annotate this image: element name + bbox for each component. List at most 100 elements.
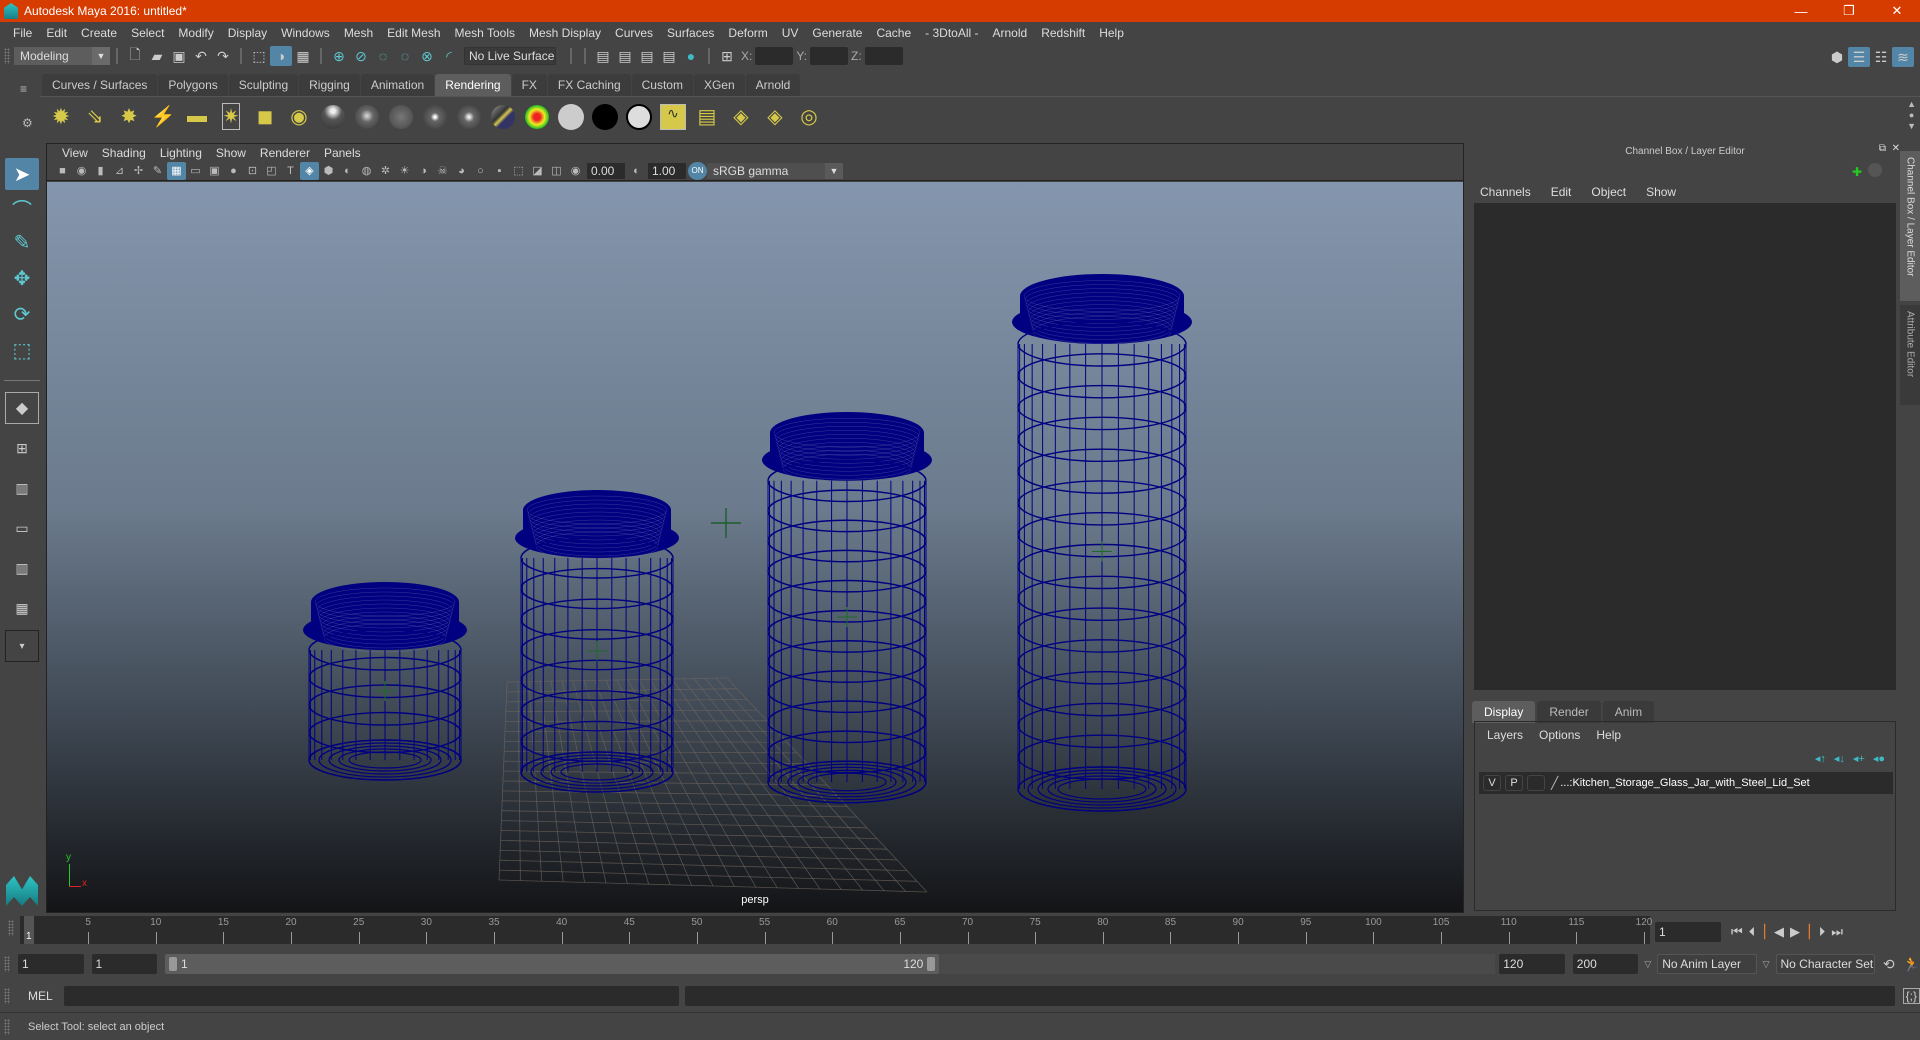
viewport-menu-renderer[interactable]: Renderer <box>253 146 317 160</box>
layer-editor-menu-options[interactable]: Options <box>1531 728 1588 742</box>
live-surface-field[interactable]: No Live Surface <box>464 47 556 65</box>
jar-wireframe[interactable] <box>515 490 679 793</box>
volume-light-icon[interactable]: ✷ <box>214 100 248 134</box>
layer-editor-tab-anim[interactable]: Anim <box>1602 701 1655 723</box>
range-start-handle[interactable] <box>169 957 178 971</box>
gamma-icon[interactable]: ◐ <box>627 162 646 180</box>
side-tab-channel-box[interactable]: Channel Box / Layer Editor <box>1900 151 1920 301</box>
channel-box-menu-channels[interactable]: Channels <box>1470 185 1541 199</box>
safe-action-icon[interactable]: ◰ <box>262 162 281 180</box>
jar-wireframe[interactable] <box>762 412 932 804</box>
animation-end-field[interactable]: 200 <box>1572 954 1639 974</box>
ipr-render-shelf-icon[interactable]: ◈ <box>724 100 758 134</box>
bookmark-icon[interactable]: ▮ <box>91 162 110 180</box>
camera-attributes-icon[interactable]: ◉ <box>72 162 91 180</box>
layer-visibility-toggle[interactable]: V <box>1483 775 1501 791</box>
character-set-dropdown[interactable]: No Character Set <box>1775 954 1875 974</box>
menu-arnold[interactable]: Arnold <box>986 26 1035 40</box>
range-slider-track[interactable] <box>939 954 1496 974</box>
camera-select-icon[interactable]: ■ <box>53 162 72 180</box>
chevron-down-icon[interactable]: ▽ <box>1644 959 1651 970</box>
attribute-editor-toggle-icon[interactable]: ☰ <box>1848 47 1870 67</box>
close-button[interactable]: ✕ <box>1874 0 1920 22</box>
render-settings-icon[interactable]: ▤ <box>658 46 680 66</box>
menu-help[interactable]: Help <box>1092 26 1131 40</box>
transform-input-icon[interactable]: ⊞ <box>716 46 738 66</box>
snap-curve-icon[interactable]: ⊘ <box>350 46 372 66</box>
manipulator-icon[interactable]: ✚ <box>1852 165 1862 179</box>
menu-uv[interactable]: UV <box>775 26 806 40</box>
menu-surfaces[interactable]: Surfaces <box>660 26 721 40</box>
field-chart-icon[interactable]: ⊡ <box>243 162 262 180</box>
layer-editor-tab-display[interactable]: Display <box>1472 701 1536 723</box>
menuset-dropdown[interactable]: Modeling ▼ <box>14 47 110 65</box>
light-editor-icon[interactable]: ◉ <box>282 100 316 134</box>
go-to-end-icon[interactable]: ⏭ <box>1831 924 1843 940</box>
hypershade-shelf-icon[interactable]: ◎ <box>792 100 826 134</box>
resolution-gate-icon[interactable]: ▣ <box>205 162 224 180</box>
layer-row[interactable]: V P ╱ ...:Kitchen_Storage_Glass_Jar_with… <box>1479 772 1893 794</box>
channel-box-area[interactable] <box>1474 203 1896 690</box>
grip-handle[interactable] <box>4 988 10 1004</box>
motion-blur-icon[interactable]: ☠ <box>433 162 452 180</box>
wireframe-icon[interactable]: ◈ <box>300 161 319 180</box>
layer-playback-toggle[interactable]: P <box>1505 775 1523 791</box>
new-scene-icon[interactable]: 🗋 <box>124 46 146 66</box>
grip-handle[interactable] <box>4 1018 10 1035</box>
menu-edit-mesh[interactable]: Edit Mesh <box>380 26 447 40</box>
rotate-tool-icon[interactable]: ⟳ <box>5 298 39 330</box>
directional-light-icon[interactable]: ⇘ <box>78 100 112 134</box>
restore-button[interactable]: ❐ <box>1826 0 1872 22</box>
use-all-lights-icon[interactable]: ✲ <box>376 162 395 180</box>
shelf-tab-animation[interactable]: Animation <box>360 74 435 96</box>
shelf-tab-xgen[interactable]: XGen <box>693 74 745 96</box>
shelf-tab-rendering[interactable]: Rendering <box>435 74 511 96</box>
grease-pencil-icon[interactable]: ✎ <box>148 162 167 180</box>
menu-modify[interactable]: Modify <box>171 26 220 40</box>
select-objects-icon[interactable]: ◑ <box>270 46 292 66</box>
screen-space-ao-icon[interactable]: ◑ <box>414 162 433 180</box>
blinn-material-icon[interactable] <box>316 100 350 134</box>
select-tool-icon[interactable]: ➤ <box>5 158 39 190</box>
phong-material-icon[interactable] <box>384 100 418 134</box>
move-layer-up-icon[interactable]: ◂↑ <box>1815 752 1826 765</box>
tool-settings-icon[interactable]: ☷ <box>1870 47 1892 67</box>
area-light-icon[interactable]: ▬ <box>180 100 214 134</box>
jar-wireframe[interactable] <box>1012 274 1192 812</box>
y-field[interactable] <box>810 47 849 65</box>
render-frame-icon[interactable]: ▤ <box>614 46 636 66</box>
phonge-material-icon[interactable] <box>418 100 452 134</box>
step-back-frame-icon[interactable]: ⎮ <box>1761 924 1768 940</box>
layer-editor-menu-layers[interactable]: Layers <box>1479 728 1531 742</box>
render-settings-shelf-icon[interactable]: ◈ <box>758 100 792 134</box>
hypershade-persp-layout-icon[interactable]: ▥ <box>5 552 39 584</box>
render-view-icon[interactable]: ▤ <box>592 46 614 66</box>
time-slider[interactable]: 1 5 10 15 20 25 30 35 40 45 50 55 60 65 70 75 80 85 90 95 1… <box>20 916 1652 944</box>
custom-layout-icon[interactable]: ▾ <box>5 630 39 662</box>
menu-windows[interactable]: Windows <box>274 26 337 40</box>
shelf-tab-rigging[interactable]: Rigging <box>299 74 360 96</box>
lambert-material-icon[interactable] <box>350 100 384 134</box>
layer-editor-menu-help[interactable]: Help <box>1588 728 1629 742</box>
shelf-tab-arnold[interactable]: Arnold <box>745 74 801 96</box>
layer-display-type-toggle[interactable] <box>1527 775 1545 791</box>
light-linker-icon[interactable]: ◼ <box>248 100 282 134</box>
command-language-label[interactable]: MEL <box>28 989 64 1003</box>
save-scene-icon[interactable]: ▣ <box>168 46 190 66</box>
grip-handle[interactable] <box>8 920 14 936</box>
depth-of-field-icon[interactable]: ○ <box>471 162 490 180</box>
surface-shader-icon[interactable] <box>554 100 588 134</box>
chevron-down-icon[interactable]: ▽ <box>1763 959 1770 970</box>
shelf-tab-sculpting[interactable]: Sculpting <box>228 74 299 96</box>
x-field[interactable] <box>755 47 794 65</box>
viewport-menu-shading[interactable]: Shading <box>95 146 153 160</box>
shelf-tab-fx[interactable]: FX <box>511 74 547 96</box>
gate-mask-icon[interactable]: ● <box>224 162 243 180</box>
step-forward-key-icon[interactable]: ⏵ <box>1819 924 1826 940</box>
render-current-frame-icon[interactable]: ▤ <box>690 100 724 134</box>
viewport-menu-show[interactable]: Show <box>209 146 253 160</box>
scene-canvas[interactable] <box>47 182 1463 912</box>
viewport-menu-lighting[interactable]: Lighting <box>153 146 209 160</box>
side-tab-attribute-editor[interactable]: Attribute Editor <box>1900 305 1920 405</box>
layer-color-icon[interactable]: ╱ <box>1551 776 1558 790</box>
